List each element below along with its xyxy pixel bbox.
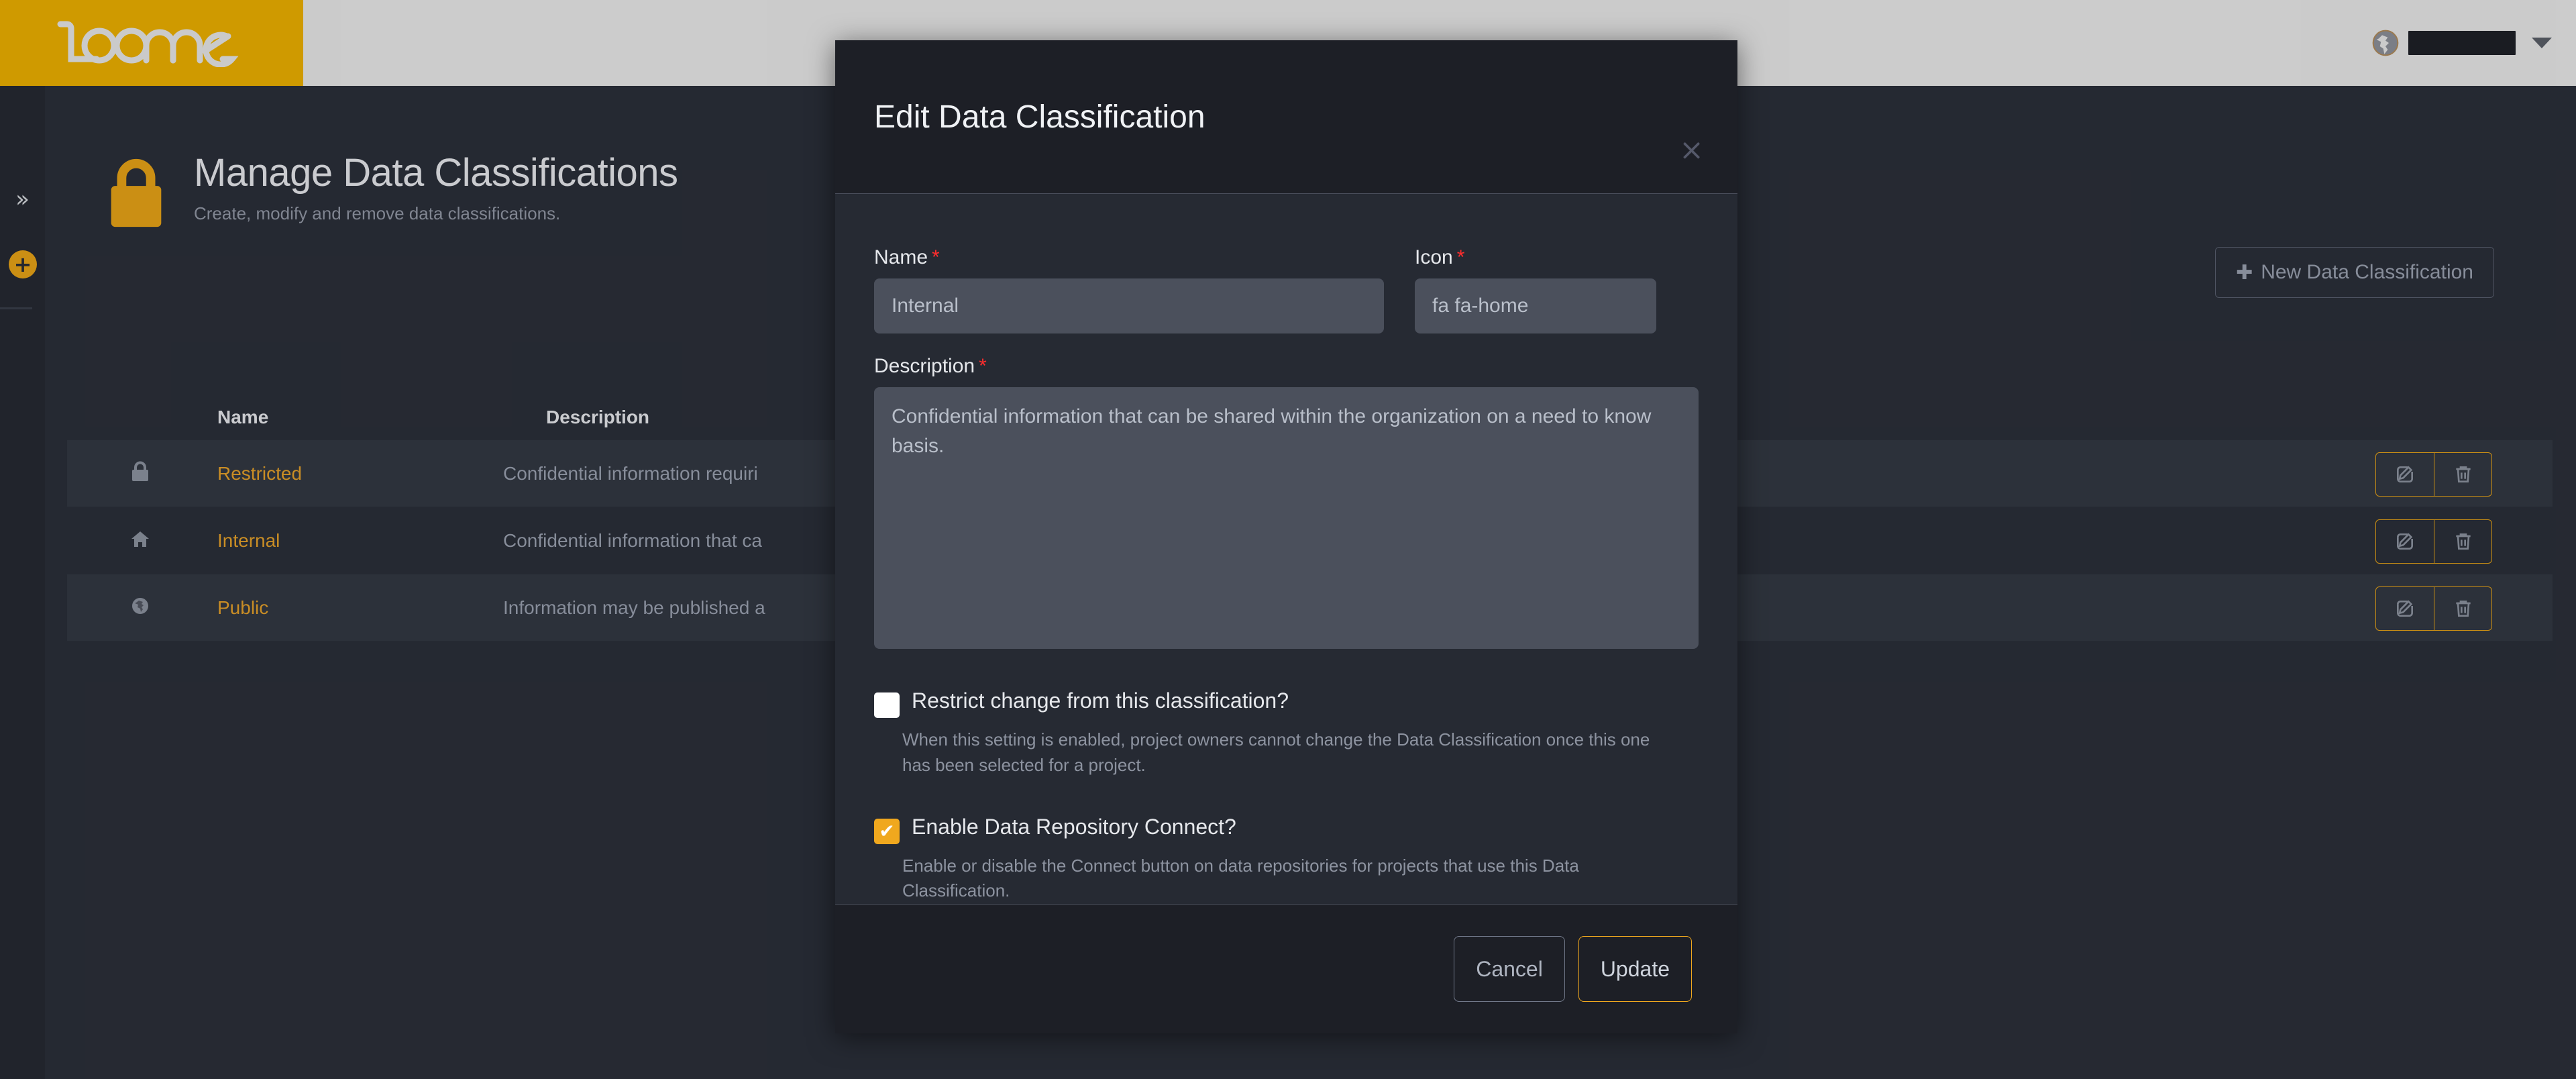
name-label-text: Name (874, 246, 928, 269)
description-textarea[interactable] (874, 387, 1699, 650)
restrict-change-label: Restrict change from this classification… (912, 688, 1289, 713)
required-marker: * (979, 355, 987, 378)
name-label: Name * (874, 246, 1384, 269)
field-group-description: Description * (874, 355, 1699, 652)
modal-title: Edit Data Classification (874, 99, 1205, 135)
enable-connect-label: Enable Data Repository Connect? (912, 814, 1236, 839)
field-group-name: Name * (874, 246, 1384, 334)
description-label-text: Description (874, 355, 975, 378)
cancel-button[interactable]: Cancel (1454, 936, 1565, 1003)
enable-connect-help: Enable or disable the Connect button on … (902, 855, 1579, 901)
icon-input[interactable] (1415, 278, 1656, 334)
restrict-change-checkbox[interactable] (874, 692, 900, 719)
modal-body: Name* Icon* Description* Restrict change… (835, 194, 1737, 905)
enable-connect-checkbox[interactable]: ✔ (874, 818, 900, 844)
form-row-name-icon: Name* Icon* (874, 246, 1699, 334)
icon-label-text: Icon (1415, 246, 1453, 269)
required-marker: * (1456, 246, 1465, 269)
restrict-change-setting: Restrict change from this classification… (874, 688, 1699, 778)
name-input[interactable] (874, 278, 1384, 334)
restrict-change-row[interactable]: Restrict change from this classification… (874, 688, 1699, 719)
required-marker: * (932, 246, 940, 269)
enable-connect-setting: ✔ Enable Data Repository Connect? Enable… (874, 815, 1699, 904)
check-icon: ✔ (879, 819, 895, 842)
description-label: Description * (874, 355, 1699, 378)
modal-header: Edit Data Classification × (835, 40, 1737, 195)
edit-data-classification-modal: Edit Data Classification × Name* Icon* D… (835, 40, 1737, 1033)
modal-footer: Cancel Update (835, 904, 1737, 1033)
enable-connect-row[interactable]: ✔ Enable Data Repository Connect? (874, 815, 1699, 844)
restrict-change-help: When this setting is enabled, project ow… (902, 729, 1650, 775)
update-button[interactable]: Update (1578, 936, 1692, 1003)
close-icon[interactable]: × (1679, 136, 1704, 165)
icon-label: Icon * (1415, 246, 1656, 269)
field-group-icon: Icon * (1415, 246, 1656, 334)
